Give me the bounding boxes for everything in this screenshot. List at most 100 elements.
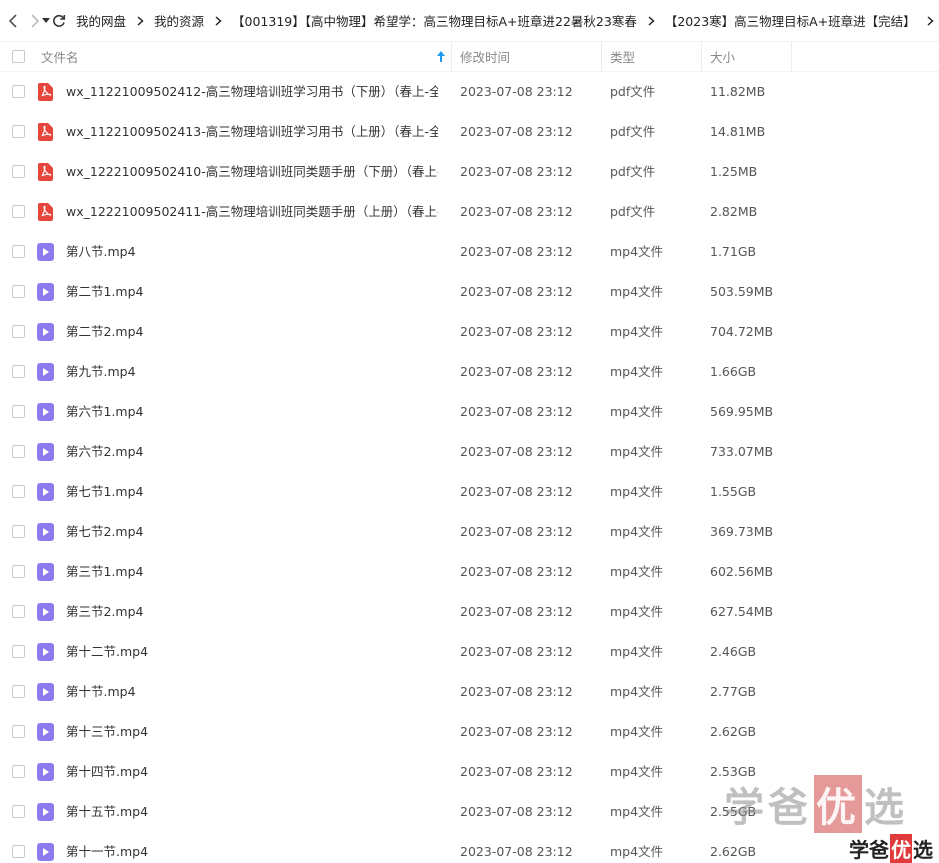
file-size: 503.59MB [710, 284, 774, 299]
watermark-char: 学 [849, 837, 869, 862]
row-checkbox[interactable] [12, 685, 25, 698]
file-name[interactable]: 第二节2.mp4 [66, 312, 438, 352]
file-row[interactable]: 第七节2.mp4 2023-07-08 23:12 mp4文件 369.73MB [0, 512, 939, 552]
row-checkbox[interactable] [12, 845, 25, 858]
file-name[interactable]: wx_12221009502410-高三物理培训班同类题手册（下册）（春上-..… [66, 152, 438, 192]
row-checkbox[interactable] [12, 365, 25, 378]
column-header-modified[interactable]: 修改时间 [452, 41, 602, 72]
file-list: wx_11221009502412-高三物理培训班学习用书（下册）（春上-全..… [0, 72, 939, 863]
file-size: 2.46GB [710, 644, 757, 659]
row-checkbox[interactable] [12, 125, 25, 138]
file-size: 1.66GB [710, 364, 757, 379]
row-checkbox[interactable] [12, 805, 25, 818]
row-checkbox[interactable] [12, 405, 25, 418]
refresh-button[interactable] [52, 0, 66, 41]
file-name[interactable]: wx_11221009502412-高三物理培训班学习用书（下册）（春上-全..… [66, 72, 438, 112]
file-type: mp4文件 [610, 364, 664, 379]
file-name[interactable]: 第十一节.mp4 [66, 832, 438, 863]
file-name[interactable]: 第十三节.mp4 [66, 712, 438, 752]
file-name[interactable]: 第七节2.mp4 [66, 512, 438, 552]
file-size: 704.72MB [710, 324, 774, 339]
column-header-name[interactable]: 文件名 [0, 41, 452, 72]
row-checkbox[interactable] [12, 285, 25, 298]
file-name[interactable]: 第二节1.mp4 [66, 272, 438, 312]
row-checkbox[interactable] [12, 525, 25, 538]
file-name[interactable]: 第三节2.mp4 [66, 592, 438, 632]
file-row[interactable]: 第十一节.mp4 2023-07-08 23:12 mp4文件 2.62GB [0, 832, 939, 863]
column-header-size[interactable]: 大小 [702, 41, 792, 72]
pdf-icon [37, 163, 54, 181]
file-row[interactable]: 第十二节.mp4 2023-07-08 23:12 mp4文件 2.46GB [0, 632, 939, 672]
row-checkbox[interactable] [12, 765, 25, 778]
file-size: 14.81MB [710, 124, 766, 139]
video-icon [37, 323, 54, 341]
row-checkbox[interactable] [12, 205, 25, 218]
file-name[interactable]: 第八节.mp4 [66, 232, 438, 272]
file-name[interactable]: 第九节.mp4 [66, 352, 438, 392]
file-name[interactable]: 第六节2.mp4 [66, 432, 438, 472]
row-checkbox[interactable] [12, 725, 25, 738]
file-row[interactable]: wx_12221009502411-高三物理培训班同类题手册（上册）（春上-..… [0, 192, 939, 232]
watermark-char: 爸 [768, 785, 812, 831]
row-checkbox[interactable] [12, 85, 25, 98]
file-name[interactable]: 第十节.mp4 [66, 672, 438, 712]
history-dropdown-button[interactable] [42, 0, 50, 41]
breadcrumb-item[interactable]: 我的资源 [154, 11, 204, 30]
row-checkbox[interactable] [12, 165, 25, 178]
row-checkbox[interactable] [12, 645, 25, 658]
row-checkbox[interactable] [12, 245, 25, 258]
file-row[interactable]: 第六节2.mp4 2023-07-08 23:12 mp4文件 733.07MB [0, 432, 939, 472]
column-header-modified-label: 修改时间 [460, 50, 511, 65]
file-row[interactable]: 第九节.mp4 2023-07-08 23:12 mp4文件 1.66GB [0, 352, 939, 392]
file-type: mp4文件 [610, 564, 664, 579]
column-header-type[interactable]: 类型 [602, 41, 702, 72]
file-row[interactable]: 第八节.mp4 2023-07-08 23:12 mp4文件 1.71GB [0, 232, 939, 272]
file-row[interactable]: 第三节2.mp4 2023-07-08 23:12 mp4文件 627.54MB [0, 592, 939, 632]
file-name[interactable]: 第三节1.mp4 [66, 552, 438, 592]
file-name[interactable]: 第六节1.mp4 [66, 392, 438, 432]
file-size: 2.62GB [710, 844, 757, 859]
watermark-char: 爸 [869, 837, 889, 862]
file-modified-time: 2023-07-08 23:12 [460, 764, 573, 779]
file-modified-time: 2023-07-08 23:12 [460, 164, 573, 179]
video-icon [37, 843, 54, 861]
back-button[interactable] [8, 0, 20, 41]
file-row[interactable]: 第二节1.mp4 2023-07-08 23:12 mp4文件 503.59MB [0, 272, 939, 312]
breadcrumb-item[interactable]: 【001319】【高中物理】希望学：高三物理目标A+班章进22暑秋23寒春 [232, 11, 637, 30]
file-type: pdf文件 [610, 84, 656, 99]
file-row[interactable]: wx_11221009502413-高三物理培训班学习用书（上册）（春上-全..… [0, 112, 939, 152]
file-row[interactable]: wx_11221009502412-高三物理培训班学习用书（下册）（春上-全..… [0, 72, 939, 112]
file-row[interactable]: 第十三节.mp4 2023-07-08 23:12 mp4文件 2.62GB [0, 712, 939, 752]
file-type: mp4文件 [610, 244, 664, 259]
file-name[interactable]: 第十四节.mp4 [66, 752, 438, 792]
file-size: 2.77GB [710, 684, 757, 699]
file-row[interactable]: 第六节1.mp4 2023-07-08 23:12 mp4文件 569.95MB [0, 392, 939, 432]
video-icon [37, 603, 54, 621]
file-row[interactable]: 第十节.mp4 2023-07-08 23:12 mp4文件 2.77GB [0, 672, 939, 712]
file-row[interactable]: 第三节1.mp4 2023-07-08 23:12 mp4文件 602.56MB [0, 552, 939, 592]
row-checkbox[interactable] [12, 445, 25, 458]
row-checkbox[interactable] [12, 485, 25, 498]
row-checkbox[interactable] [12, 325, 25, 338]
file-type: mp4文件 [610, 444, 664, 459]
file-row[interactable]: 第二节2.mp4 2023-07-08 23:12 mp4文件 704.72MB [0, 312, 939, 352]
file-size: 2.62GB [710, 724, 757, 739]
file-modified-time: 2023-07-08 23:12 [460, 484, 573, 499]
breadcrumb-item[interactable]: 【2023寒】高三物理目标A+班章进【完结】 [665, 11, 916, 30]
file-row[interactable]: 第七节1.mp4 2023-07-08 23:12 mp4文件 1.55GB [0, 472, 939, 512]
forward-button[interactable] [28, 0, 40, 41]
row-checkbox[interactable] [12, 605, 25, 618]
video-icon [37, 683, 54, 701]
file-name[interactable]: 第十二节.mp4 [66, 632, 438, 672]
file-name[interactable]: wx_11221009502413-高三物理培训班学习用书（上册）（春上-全..… [66, 112, 438, 152]
refresh-icon [53, 14, 66, 27]
file-name[interactable]: wx_12221009502411-高三物理培训班同类题手册（上册）（春上-..… [66, 192, 438, 232]
row-checkbox[interactable] [12, 565, 25, 578]
file-size: 369.73MB [710, 524, 774, 539]
breadcrumb-item[interactable]: 我的网盘 [76, 11, 126, 30]
file-row[interactable]: wx_12221009502410-高三物理培训班同类题手册（下册）（春上-..… [0, 152, 939, 192]
file-name[interactable]: 第七节1.mp4 [66, 472, 438, 512]
file-type: pdf文件 [610, 204, 656, 219]
file-name[interactable]: 第十五节.mp4 [66, 792, 438, 832]
chevron-right-icon [137, 15, 144, 26]
